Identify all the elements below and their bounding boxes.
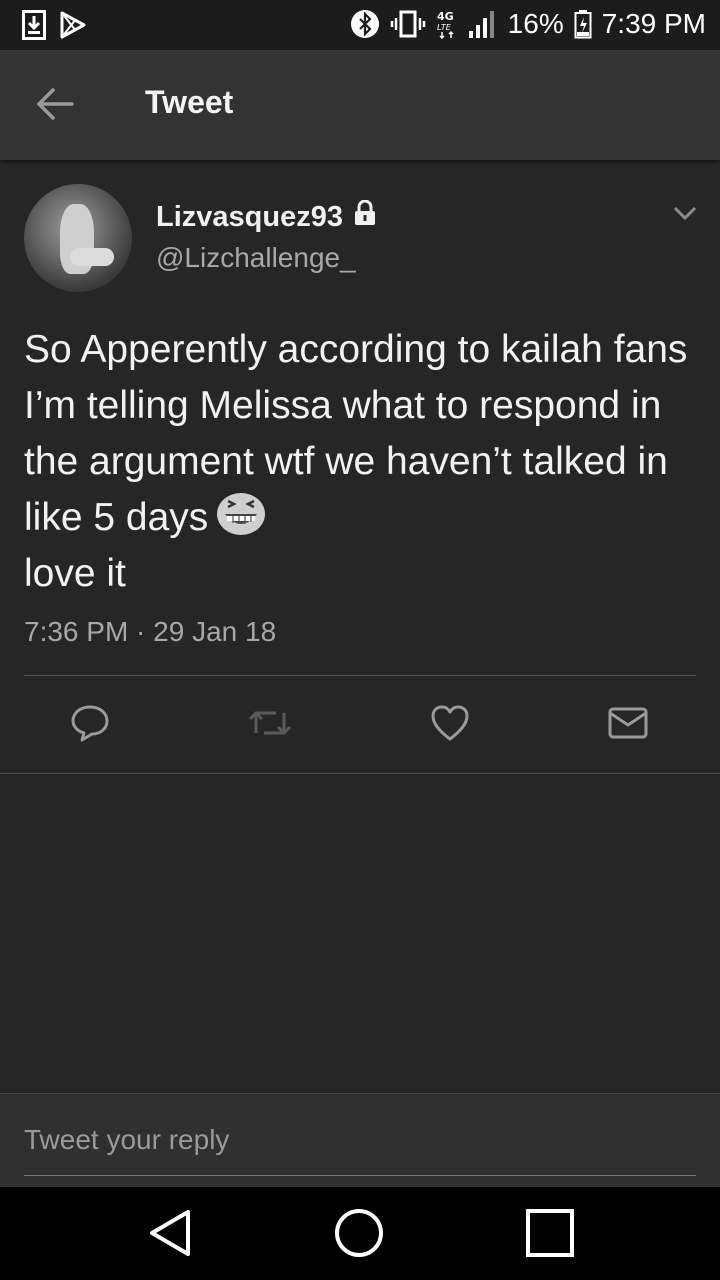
display-name-text: Lizvasquez93 — [156, 200, 343, 233]
tweet-timestamp: 7:36 PM · 29 Jan 18 — [24, 616, 277, 647]
lte-icon: 4G LTE — [436, 9, 458, 39]
status-bar: 4G LTE 16% 7:39 PM — [0, 0, 720, 50]
square-recents-icon — [525, 1208, 575, 1263]
tweet-menu-button[interactable] — [672, 204, 698, 222]
battery-percent: 16% — [507, 8, 564, 39]
download-icon — [22, 10, 46, 45]
status-clock: 7:39 PM — [601, 8, 706, 39]
like-button[interactable] — [420, 700, 480, 750]
tweet-text-end: love it — [24, 552, 126, 595]
svg-text:4G: 4G — [437, 10, 454, 23]
chevron-down-icon — [672, 206, 698, 226]
nav-home-button[interactable] — [331, 1207, 387, 1263]
signal-icon — [468, 9, 498, 39]
nav-recents-button[interactable] — [522, 1207, 578, 1263]
reply-button[interactable] — [60, 700, 120, 750]
user-display-name[interactable]: Lizvasquez93 — [156, 199, 377, 234]
reply-icon — [70, 703, 110, 748]
page-title: Tweet — [145, 84, 234, 120]
user-handle[interactable]: @Lizchallenge_ — [156, 242, 356, 274]
tweet-actions — [0, 700, 720, 750]
heart-icon — [430, 704, 470, 747]
retweet-icon — [246, 705, 294, 746]
tweet-text: So Apperently according to kailah fans I… — [24, 322, 696, 602]
divider — [24, 675, 696, 676]
retweet-button[interactable] — [240, 700, 300, 750]
svg-text:LTE: LTE — [437, 23, 452, 32]
lock-icon — [353, 199, 377, 234]
tweet-text-main: So Apperently according to kailah fans I… — [24, 328, 688, 539]
reply-input[interactable]: Tweet your reply — [24, 1124, 696, 1176]
play-store-icon — [60, 11, 86, 44]
app-bar: Tweet — [0, 50, 720, 160]
circle-home-icon — [334, 1208, 384, 1263]
triangle-back-icon — [146, 1208, 194, 1263]
avatar[interactable] — [24, 184, 132, 292]
direct-message-button[interactable] — [598, 700, 658, 750]
reply-bar: Tweet your reply — [0, 1093, 720, 1187]
bluetooth-icon — [350, 9, 380, 39]
back-arrow-icon — [34, 88, 74, 126]
grinning-squinting-face-icon — [216, 492, 266, 536]
battery-icon — [574, 9, 592, 39]
vibrate-icon — [390, 9, 426, 39]
navigation-bar — [0, 1187, 720, 1280]
tweet-card: Lizvasquez93 @Lizchallenge_ So Apperentl… — [0, 160, 720, 774]
envelope-icon — [608, 707, 648, 744]
back-button[interactable] — [34, 86, 78, 122]
nav-back-button[interactable] — [142, 1207, 198, 1263]
